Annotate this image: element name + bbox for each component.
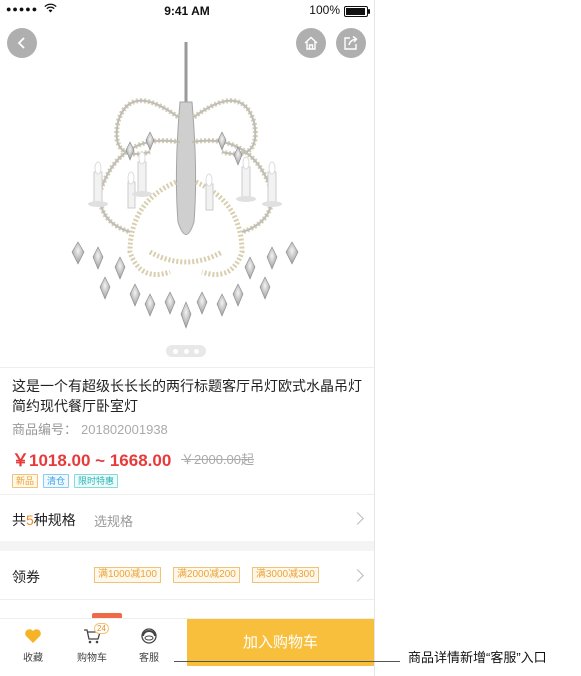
bottom-action-bar: 收藏 24 购物车 客服 加入购物车	[0, 618, 374, 676]
product-title: 这是一个有超级长长长的两行标题客厅吊灯欧式水晶吊灯简约现代餐厅卧室灯	[12, 378, 362, 414]
coupon-label: 领券	[12, 569, 40, 585]
spec-count-label: 共5种规格	[12, 512, 76, 528]
tag-limited-offer: 限时特惠	[74, 474, 119, 488]
cart-label: 购物车	[77, 653, 107, 664]
coupon-item[interactable]: 满1000减100	[94, 567, 161, 583]
annotation-line	[174, 661, 400, 662]
carousel-dot	[173, 348, 179, 354]
favorite-label: 收藏	[23, 653, 43, 664]
product-code-value: 201802001938	[81, 422, 168, 437]
battery-percent: 100%	[309, 3, 340, 17]
headset-icon	[141, 628, 157, 644]
product-code-label: 商品编号：	[12, 422, 78, 437]
share-icon	[344, 35, 358, 50]
status-bar: ●●●●● 9:41 AM 100%	[0, 0, 374, 22]
customer-service-button[interactable]: 客服	[129, 625, 169, 664]
tag-new: 新品	[12, 474, 39, 488]
favorite-button[interactable]: 收藏	[13, 625, 53, 664]
original-price: ￥2000.00起	[181, 452, 254, 467]
phone-screen: ●●●●● 9:41 AM 100% 这是一个有超级长长长的两行标题客厅吊灯欧式…	[0, 0, 374, 676]
chandelier-image	[71, 42, 299, 329]
product-info: 这是一个有超级长长长的两行标题客厅吊灯欧式水晶吊灯简约现代餐厅卧室灯 商品编号：…	[0, 367, 374, 488]
coupon-row[interactable]: 领券 满1000减100 满2000减200 满3000减300	[0, 551, 374, 600]
heart-icon	[25, 629, 41, 643]
spec-selector-row[interactable]: 共5种规格 选规格	[0, 494, 374, 542]
chevron-left-icon	[17, 37, 25, 49]
coupon-item[interactable]: 满3000减300	[251, 567, 319, 583]
chevron-right-icon	[351, 512, 364, 525]
service-label: 客服	[139, 653, 159, 664]
spec-hint: 选规格	[94, 514, 134, 529]
cart-count-badge: 24	[94, 623, 109, 634]
tag-clearance: 清仓	[43, 474, 70, 488]
coupon-item[interactable]: 满2000减200	[172, 567, 240, 583]
product-price: ￥1018.00 ~ 1668.00	[12, 451, 172, 470]
back-button[interactable]	[7, 28, 37, 58]
share-button[interactable]	[336, 28, 366, 58]
add-to-cart-button[interactable]: 加入购物车	[187, 619, 374, 666]
home-icon	[304, 36, 318, 50]
section-divider	[0, 541, 374, 551]
home-button[interactable]	[296, 28, 326, 58]
chevron-right-icon	[351, 569, 364, 582]
carousel-dot	[193, 348, 199, 354]
annotation-text: 商品详情新增“客服”入口	[408, 650, 547, 665]
cart-button[interactable]: 24 购物车	[72, 623, 112, 664]
product-tags: 新品 清仓 限时特惠	[12, 474, 119, 488]
coupon-list: 满1000减100 满2000减200 满3000减300	[94, 567, 319, 583]
carousel-dot	[183, 348, 189, 354]
product-code: 商品编号： 201802001938	[12, 419, 168, 438]
carousel-indicator	[166, 345, 206, 357]
battery-icon	[344, 6, 370, 17]
product-image-carousel[interactable]	[0, 22, 374, 367]
